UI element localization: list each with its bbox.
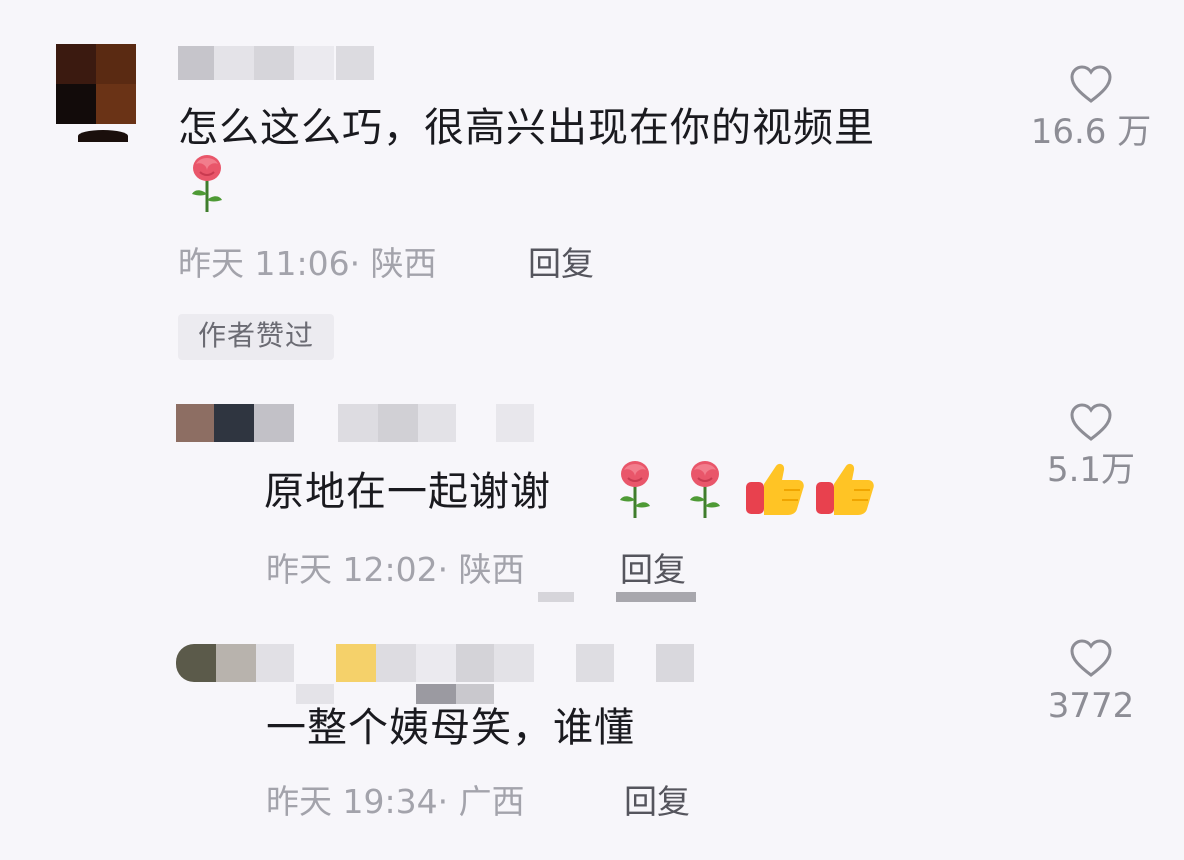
username-blurred[interactable]	[176, 404, 536, 444]
rose-emoji	[620, 461, 650, 518]
blur-strip	[616, 592, 696, 602]
reply-button[interactable]: 回复	[620, 550, 686, 590]
comment-time-location: 昨天 12:02· 陕西	[266, 550, 525, 589]
thumbs-up-emoji	[746, 463, 804, 515]
heart-icon[interactable]	[1069, 402, 1113, 442]
username-blurred[interactable]	[176, 636, 696, 708]
avatar[interactable]	[56, 44, 136, 142]
like-count: 16.6 万	[1030, 112, 1152, 152]
username-blurred[interactable]	[178, 44, 378, 82]
rose-emoji	[192, 155, 222, 212]
rose-emoji	[690, 461, 720, 518]
thumbs-up-emoji	[816, 463, 874, 515]
like-count: 3772	[1047, 686, 1135, 726]
like-group: 3772	[1026, 638, 1156, 726]
comment-time-location: 昨天 19:34· 广西	[266, 782, 525, 821]
blur-strip	[538, 592, 574, 602]
comment-time-location: 昨天 11:06· 陕西	[178, 244, 437, 283]
comment-text: 原地在一起谢谢	[264, 469, 551, 515]
like-group: 16.6 万	[1026, 64, 1156, 152]
reply-button[interactable]: 回复	[528, 244, 594, 284]
heart-icon[interactable]	[1069, 64, 1113, 104]
like-count: 5.1万	[1046, 450, 1136, 490]
like-group: 5.1万	[1026, 402, 1156, 490]
author-liked-badge: 作者赞过	[178, 314, 334, 360]
heart-icon[interactable]	[1069, 638, 1113, 678]
reply-button[interactable]: 回复	[624, 782, 690, 822]
comment-text: 一整个姨母笑，谁懂	[266, 705, 635, 751]
comment-text: 怎么这么巧，很高兴出现在你的视频里	[178, 105, 875, 151]
